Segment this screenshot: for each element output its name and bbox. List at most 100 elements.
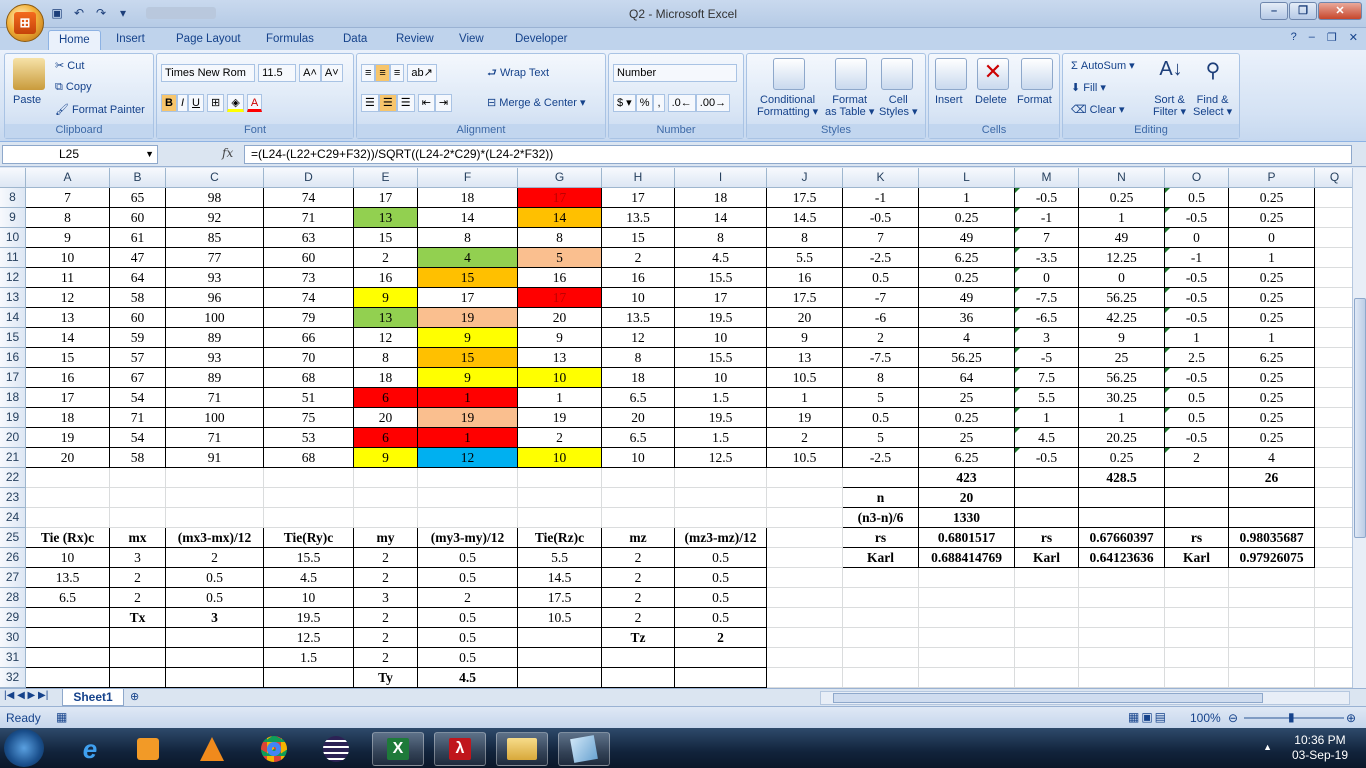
cell-l10[interactable]: 49 bbox=[919, 228, 1015, 248]
cell-h10[interactable]: 15 bbox=[602, 228, 675, 248]
cell-o10[interactable]: 0 bbox=[1165, 228, 1229, 248]
column-header-d[interactable]: D bbox=[264, 168, 354, 188]
align-bottom-icon[interactable]: ≡ bbox=[389, 64, 405, 82]
cell-b22[interactable] bbox=[110, 468, 166, 488]
cell-p18[interactable]: 0.25 bbox=[1229, 388, 1315, 408]
cell-n20[interactable]: 20.25 bbox=[1079, 428, 1165, 448]
cell-h27[interactable]: 2 bbox=[602, 568, 675, 588]
cell-k18[interactable]: 5 bbox=[843, 388, 919, 408]
cell-n24[interactable] bbox=[1079, 508, 1165, 528]
increase-decimal-icon[interactable]: .0← bbox=[667, 94, 696, 112]
zoom-in-icon[interactable]: ⊕ bbox=[1346, 711, 1356, 725]
snipping-tool-icon[interactable] bbox=[558, 732, 610, 766]
cell-p30[interactable] bbox=[1229, 628, 1315, 648]
cell-f15[interactable]: 9 bbox=[418, 328, 518, 348]
ribbon-minimize-icon[interactable]: – bbox=[1309, 31, 1315, 44]
zoom-level[interactable]: 100% bbox=[1190, 711, 1221, 725]
windows-start-icon[interactable] bbox=[4, 729, 44, 767]
cell-h21[interactable]: 10 bbox=[602, 448, 675, 468]
cell-m25[interactable]: rs bbox=[1015, 528, 1079, 548]
binoculars-icon[interactable]: ⚲ bbox=[1197, 58, 1229, 90]
tab-insert[interactable]: Insert bbox=[106, 30, 155, 50]
pdf-icon[interactable]: λ bbox=[434, 732, 486, 766]
cell-d18[interactable]: 51 bbox=[264, 388, 354, 408]
cell-e24[interactable] bbox=[354, 508, 418, 528]
row-header-15[interactable]: 15 bbox=[0, 328, 26, 348]
cell-o29[interactable] bbox=[1165, 608, 1229, 628]
cell-e12[interactable]: 16 bbox=[354, 268, 418, 288]
excel-taskbar-icon[interactable]: X bbox=[372, 732, 424, 766]
row-header-13[interactable]: 13 bbox=[0, 288, 26, 308]
cell-g20[interactable]: 2 bbox=[518, 428, 602, 448]
cell-k10[interactable]: 7 bbox=[843, 228, 919, 248]
column-header-f[interactable]: F bbox=[418, 168, 518, 188]
cell-k29[interactable] bbox=[843, 608, 919, 628]
cell-f27[interactable]: 0.5 bbox=[418, 568, 518, 588]
cell-o8[interactable]: 0.5 bbox=[1165, 188, 1229, 208]
font-size-select[interactable]: 11.5 bbox=[258, 64, 297, 82]
cell-o32[interactable] bbox=[1165, 668, 1229, 688]
cell-d17[interactable]: 68 bbox=[264, 368, 354, 388]
bold-button[interactable]: B bbox=[161, 94, 177, 112]
column-header-c[interactable]: C bbox=[166, 168, 264, 188]
cell-a29[interactable] bbox=[26, 608, 110, 628]
cell-a24[interactable] bbox=[26, 508, 110, 528]
cell-p23[interactable] bbox=[1229, 488, 1315, 508]
cell-e27[interactable]: 2 bbox=[354, 568, 418, 588]
cell-a10[interactable]: 9 bbox=[26, 228, 110, 248]
cell-o24[interactable] bbox=[1165, 508, 1229, 528]
cell-c17[interactable]: 89 bbox=[166, 368, 264, 388]
cell-p22[interactable]: 26 bbox=[1229, 468, 1315, 488]
cell-m9[interactable]: -1 bbox=[1015, 208, 1079, 228]
cell-k19[interactable]: 0.5 bbox=[843, 408, 919, 428]
column-header-i[interactable]: I bbox=[675, 168, 767, 188]
cell-o15[interactable]: 1 bbox=[1165, 328, 1229, 348]
column-header-m[interactable]: M bbox=[1015, 168, 1079, 188]
cell-e18[interactable]: 6 bbox=[354, 388, 418, 408]
cell-l32[interactable] bbox=[919, 668, 1015, 688]
cell-e8[interactable]: 17 bbox=[354, 188, 418, 208]
cell-j22[interactable] bbox=[767, 468, 843, 488]
cell-k23[interactable]: n bbox=[843, 488, 919, 508]
tab-developer[interactable]: Developer bbox=[505, 30, 577, 50]
column-header-l[interactable]: L bbox=[919, 168, 1015, 188]
cell-c23[interactable] bbox=[166, 488, 264, 508]
cell-m28[interactable] bbox=[1015, 588, 1079, 608]
cell-o9[interactable]: -0.5 bbox=[1165, 208, 1229, 228]
wrap-text-button[interactable]: ⮐ Wrap Text bbox=[487, 64, 549, 83]
cell-e15[interactable]: 12 bbox=[354, 328, 418, 348]
cell-a21[interactable]: 20 bbox=[26, 448, 110, 468]
cell-o20[interactable]: -0.5 bbox=[1165, 428, 1229, 448]
cell-j16[interactable]: 13 bbox=[767, 348, 843, 368]
cell-f28[interactable]: 2 bbox=[418, 588, 518, 608]
cell-e26[interactable]: 2 bbox=[354, 548, 418, 568]
cell-o26[interactable]: Karl bbox=[1165, 548, 1229, 568]
cell-c22[interactable] bbox=[166, 468, 264, 488]
cell-c28[interactable]: 0.5 bbox=[166, 588, 264, 608]
cell-p24[interactable] bbox=[1229, 508, 1315, 528]
cell-p19[interactable]: 0.25 bbox=[1229, 408, 1315, 428]
percent-icon[interactable]: % bbox=[635, 94, 654, 112]
cell-styles-button[interactable]: Cell Styles ▾ bbox=[879, 94, 918, 118]
cell-g19[interactable]: 19 bbox=[518, 408, 602, 428]
cell-e10[interactable]: 15 bbox=[354, 228, 418, 248]
cell-g9[interactable]: 14 bbox=[518, 208, 602, 228]
tray-arrow-icon[interactable]: ▲ bbox=[1263, 742, 1272, 752]
cell-g23[interactable] bbox=[518, 488, 602, 508]
cell-d23[interactable] bbox=[264, 488, 354, 508]
vlc-icon[interactable] bbox=[186, 732, 238, 766]
cell-b31[interactable] bbox=[110, 648, 166, 668]
cell-c30[interactable] bbox=[166, 628, 264, 648]
cell-k13[interactable]: -7 bbox=[843, 288, 919, 308]
cell-g31[interactable] bbox=[518, 648, 602, 668]
cell-h32[interactable] bbox=[602, 668, 675, 688]
cell-b20[interactable]: 54 bbox=[110, 428, 166, 448]
cell-q30[interactable] bbox=[1315, 628, 1352, 648]
help-icon[interactable]: ? bbox=[1291, 31, 1297, 44]
cell-f30[interactable]: 0.5 bbox=[418, 628, 518, 648]
sheet-nav-icon[interactable]: |◀ ◀ ▶ ▶| bbox=[4, 690, 48, 701]
cell-p31[interactable] bbox=[1229, 648, 1315, 668]
cell-h25[interactable]: mz bbox=[602, 528, 675, 548]
cell-o16[interactable]: 2.5 bbox=[1165, 348, 1229, 368]
tab-home[interactable]: Home bbox=[48, 30, 101, 50]
